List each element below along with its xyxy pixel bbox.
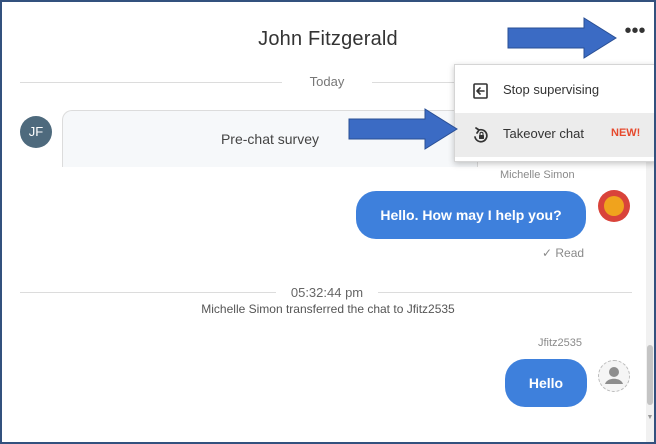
- menu-item-stop-supervising[interactable]: Stop supervising: [455, 69, 654, 113]
- menu-item-label: Takeover chat: [503, 126, 584, 141]
- menu-item-takeover-chat[interactable]: Takeover chat NEW!: [455, 113, 654, 157]
- transfer-divider-left: [20, 292, 276, 293]
- avatar: [598, 190, 630, 222]
- date-label: Today: [286, 74, 368, 89]
- transfer-message: Michelle Simon transferred the chat to J…: [201, 302, 455, 316]
- takeover-icon: [474, 127, 488, 143]
- avatar-flower-icon: [604, 196, 624, 216]
- exit-icon: [473, 83, 488, 99]
- scrollbar-thumb[interactable]: [647, 345, 653, 405]
- person-icon: [605, 367, 623, 384]
- date-divider-left: [20, 82, 282, 83]
- avatar: [598, 360, 630, 392]
- chat-window: John Fitzgerald ••• Today JF Pre-chat su…: [0, 0, 656, 444]
- supervisor-name-label: Jfitz2535: [538, 337, 583, 349]
- scroll-down-icon[interactable]: ▼: [646, 414, 654, 421]
- menu-item-label: Stop supervising: [503, 82, 600, 97]
- annotation-arrow-icon: [507, 17, 617, 59]
- transfer-timestamp: 05:32:44 pm: [290, 285, 364, 300]
- agent-name-label: Michelle Simon: [500, 169, 575, 181]
- supervisor-message-bubble: Hello: [505, 359, 587, 407]
- more-options-menu: Stop supervising Takeover chat NEW!: [454, 64, 654, 162]
- agent-message-bubble: Hello. How may I help you?: [356, 191, 586, 239]
- new-badge: NEW!: [611, 127, 641, 139]
- read-status: ✓ Read: [542, 246, 585, 260]
- date-divider-right: [372, 82, 454, 83]
- transfer-divider-right: [378, 292, 632, 293]
- more-options-button[interactable]: •••: [624, 21, 646, 46]
- avatar: JF: [20, 116, 52, 148]
- annotation-arrow-icon: [348, 108, 458, 150]
